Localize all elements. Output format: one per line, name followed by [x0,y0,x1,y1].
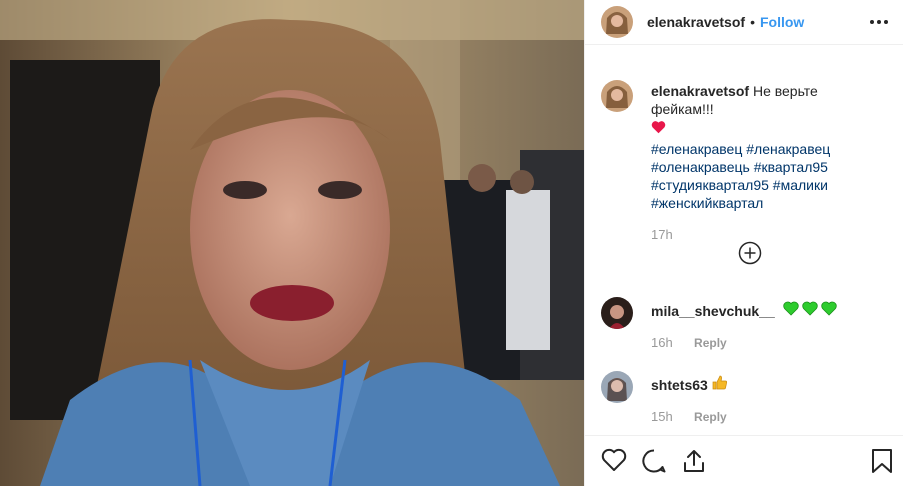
plus-circle-icon[interactable] [738,241,762,265]
thumbs-up-emoji [712,375,728,393]
separator-dot: • [750,14,755,30]
bookmark-icon[interactable] [870,448,896,474]
commenter-avatar[interactable] [601,371,633,403]
caption-author-avatar[interactable] [601,80,633,112]
comment-body: shtets63 15h Reply [651,371,728,424]
comment-body: mila__shevchuk__ 16h Reply [651,297,837,350]
author-username[interactable]: elenakravetsof [647,14,745,30]
comment-meta: 15h Reply [651,409,728,424]
comment-icon[interactable] [641,448,667,474]
comment-timestamp[interactable]: 16h [651,335,673,350]
post-media[interactable] [0,0,584,486]
follow-button[interactable]: Follow [760,14,804,30]
action-bar [585,435,903,487]
reply-button[interactable]: Reply [694,336,727,350]
video-frame-image [0,0,584,486]
hashtag-line[interactable]: #еленакравец #ленакравец [651,140,871,158]
comments-section: elenakravetsof Не верьте фейкам!!! #елен… [585,60,903,244]
heart-outline-icon[interactable] [601,448,627,474]
caption-body: elenakravetsof Не верьте фейкам!!! #елен… [651,82,871,244]
hashtag-line[interactable]: #студияквартал95 #малики [651,176,871,194]
post-header: elenakravetsof • Follow [585,0,903,45]
red-heart-emoji [651,120,666,138]
share-icon[interactable] [681,448,707,474]
comment-meta: 16h Reply [651,335,837,350]
commenter-avatar[interactable] [601,297,633,329]
comment-timestamp[interactable]: 15h [651,409,673,424]
author-avatar[interactable] [601,6,633,38]
reply-button[interactable]: Reply [694,410,727,424]
commenter-username[interactable]: shtets63 [651,377,708,393]
hashtag-line[interactable]: #оленакравець #квартал95 [651,158,871,176]
caption: elenakravetsof Не верьте фейкам!!! #елен… [585,60,903,244]
hashtag-line[interactable]: #женскийквартал [651,194,871,212]
post-details-panel: elenakravetsof • Follow elenakravetsof Н… [584,0,903,486]
hashtags: #еленакравец #ленакравец #оленакравець #… [651,140,871,212]
green-hearts-emoji [782,301,837,319]
comment-item: mila__shevchuk__ 16h Reply [601,297,837,350]
comment-item: shtets63 15h Reply [601,371,728,424]
more-horizontal-icon[interactable] [867,10,891,34]
caption-username[interactable]: elenakravetsof [651,83,749,99]
commenter-username[interactable]: mila__shevchuk__ [651,303,775,319]
